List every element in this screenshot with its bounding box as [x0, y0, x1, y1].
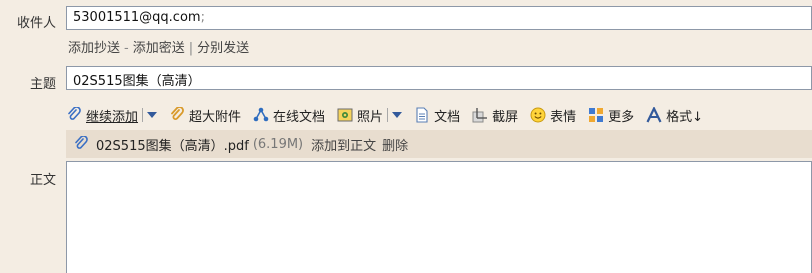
emoji-button[interactable]: 表情 [530, 106, 576, 125]
recipient-input[interactable]: 53001511@qq.com; [66, 6, 812, 30]
format-label: 格式↓ [666, 109, 704, 125]
document-icon [414, 107, 430, 123]
screenshot-icon [472, 107, 488, 123]
recipient-options: 添加抄送 - 添加密送 | 分别发送 [68, 37, 249, 56]
subject-input[interactable]: 02S515图集（高清） [66, 66, 812, 90]
online-docs-label: 在线文档 [273, 109, 326, 125]
toolbar-divider [387, 108, 389, 122]
online-docs-button[interactable]: 在线文档 [253, 106, 325, 125]
attachment-size: (6.19M) [252, 136, 304, 152]
grid-icon [588, 107, 604, 123]
paperclip-icon [74, 136, 90, 152]
large-attachment-icon [169, 107, 185, 123]
screenshot-label: 截屏 [492, 109, 519, 125]
format-button[interactable]: 格式↓ [646, 106, 703, 125]
font-a-icon [646, 107, 662, 123]
emoji-label: 表情 [550, 109, 577, 125]
link-bar: | [188, 41, 194, 56]
link-dash: - [124, 41, 129, 56]
delete-attachment-link[interactable]: 删除 [382, 135, 408, 154]
large-attachment-button[interactable]: 超大附件 [169, 106, 241, 125]
continue-add-label: 继续添加 [86, 109, 139, 125]
recipient-address[interactable]: 53001511@qq.com [73, 10, 201, 25]
share-nodes-icon [253, 107, 269, 123]
subject-label: 主题 [29, 77, 56, 92]
paperclip-icon [66, 107, 82, 123]
body-editor[interactable] [66, 161, 812, 273]
attachment-filename: 02S515图集（高清）.pdf [96, 138, 249, 154]
add-to-body-link[interactable]: 添加到正文 [311, 135, 376, 154]
chevron-down-icon[interactable] [392, 112, 403, 118]
recipient-separator: ; [200, 10, 205, 25]
photo-label: 照片 [357, 109, 384, 125]
photo-button[interactable]: 照片 [337, 106, 383, 125]
toolbar-divider [142, 108, 144, 122]
add-cc-link[interactable]: 添加抄送 [68, 41, 120, 56]
document-button[interactable]: 文档 [414, 106, 460, 125]
more-label: 更多 [608, 109, 635, 125]
more-button[interactable]: 更多 [588, 106, 634, 125]
large-attachment-label: 超大附件 [189, 109, 242, 125]
add-bcc-link[interactable]: 添加密送 [133, 41, 185, 56]
send-separately-link[interactable]: 分别发送 [197, 41, 249, 56]
compose-toolbar: 继续添加 超大附件 在线文档 照片 文档 截屏 表情 更多 格式↓ [66, 104, 715, 126]
smiley-icon [530, 107, 546, 123]
continue-add-button[interactable]: 继续添加 [66, 106, 138, 125]
document-label: 文档 [434, 109, 461, 125]
screenshot-button[interactable]: 截屏 [472, 106, 518, 125]
recipient-label: 收件人 [16, 16, 56, 31]
body-label: 正文 [29, 173, 56, 188]
attachment-bar: 02S515图集（高清）.pdf (6.19M) 添加到正文 删除 [66, 130, 812, 158]
photo-icon [337, 107, 353, 123]
chevron-down-icon[interactable] [147, 112, 158, 118]
